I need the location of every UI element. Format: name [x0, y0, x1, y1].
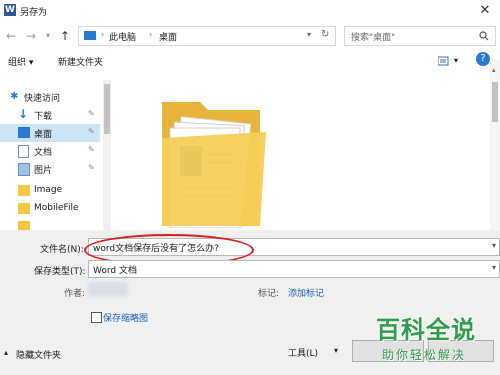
hide-folders-button[interactable]: 隐藏文件夹: [16, 348, 61, 361]
save-thumbnail-label[interactable]: 保存缩略图: [103, 311, 148, 324]
save-type-label: 保存类型(T):: [34, 267, 86, 277]
view-dropdown-icon[interactable]: ▾: [454, 56, 458, 65]
sidebar-item-label: 下载: [34, 112, 53, 122]
save-type-value: Word 文档: [93, 266, 137, 276]
help-icon[interactable]: ?: [476, 52, 490, 66]
picture-icon: [18, 163, 30, 176]
new-folder-button[interactable]: 新建文件夹: [58, 55, 103, 68]
desktop-icon: [18, 127, 30, 138]
search-input[interactable]: 搜索"桌面": [344, 26, 496, 46]
recent-locations-chevron-icon[interactable]: ▾: [46, 31, 50, 40]
window-title: 另存为: [20, 8, 48, 18]
refresh-icon[interactable]: ↻: [321, 29, 329, 40]
sidebar-item-label: 桌面: [34, 130, 53, 140]
folder-icon[interactable]: [160, 98, 270, 228]
view-options-icon[interactable]: [437, 56, 452, 66]
folder-icon: [18, 185, 30, 196]
tags-label: 标记:: [258, 289, 280, 299]
filename-label: 文件名(N):: [40, 245, 84, 255]
watermark-logo: 百科全说 助你轻松解决: [374, 310, 492, 370]
sidebar-scrollbar[interactable]: [103, 80, 111, 230]
breadcrumb-desktop[interactable]: 桌面: [159, 30, 177, 43]
title-bar: [0, 0, 500, 22]
folder-icon: [18, 221, 30, 230]
breadcrumb-this-pc[interactable]: 此电脑: [109, 30, 136, 43]
folder-icon: [18, 203, 30, 214]
author-value-blurred[interactable]: [88, 282, 128, 296]
add-tags-link[interactable]: 添加标记: [288, 286, 324, 299]
sidebar-item-documents[interactable]: 文档 ✎: [0, 142, 100, 160]
navigation-pane: ✱ 快速访问 ↓ 下载 ✎ 桌面 ✎ 文档 ✎ 图片 ✎ Image Mobil…: [0, 78, 110, 230]
save-thumbnail-checkbox[interactable]: [91, 312, 102, 323]
tools-menu[interactable]: 工具(L): [288, 346, 318, 359]
address-bar[interactable]: › 此电脑 › 桌面 ▾ ↻: [78, 26, 336, 46]
sidebar-item-partial[interactable]: [0, 218, 100, 230]
word-app-icon: W: [4, 4, 16, 16]
sidebar-item-label: 文档: [34, 148, 53, 158]
document-icon: [18, 145, 29, 158]
scroll-up-icon[interactable]: ▴: [492, 66, 496, 74]
file-list-pane: [112, 78, 492, 230]
sidebar-item-downloads[interactable]: ↓ 下载 ✎: [0, 106, 100, 124]
download-icon: ↓: [18, 107, 29, 121]
pin-icon: ✎: [88, 127, 95, 136]
sidebar-item-image-folder[interactable]: Image: [0, 182, 100, 200]
search-placeholder: 搜索"桌面": [351, 33, 396, 43]
sidebar-item-pictures[interactable]: 图片 ✎: [0, 160, 100, 178]
filename-dropdown-icon[interactable]: ▾: [492, 241, 496, 250]
watermark-title: 百科全说: [376, 316, 476, 344]
breadcrumb-separator-icon[interactable]: ›: [149, 30, 152, 39]
sidebar-item-label: 图片: [34, 166, 53, 176]
pin-icon: ✎: [88, 163, 95, 172]
star-icon: ✱: [10, 91, 19, 102]
sidebar-item-desktop[interactable]: 桌面 ✎: [0, 124, 100, 142]
save-type-select[interactable]: Word 文档 ▾: [88, 260, 500, 278]
forward-arrow-icon[interactable]: →: [26, 29, 36, 43]
scroll-thumb[interactable]: [492, 82, 498, 122]
pin-icon: ✎: [88, 109, 95, 118]
back-arrow-icon[interactable]: ←: [6, 29, 16, 43]
close-button[interactable]: ✕: [476, 2, 494, 20]
organize-menu[interactable]: 组织 ▾: [8, 55, 33, 68]
address-dropdown-icon[interactable]: ▾: [307, 30, 311, 39]
file-list-scrollbar[interactable]: ▴: [490, 60, 500, 230]
sidebar-item-label: MobileFile: [34, 203, 79, 213]
pin-icon: ✎: [88, 145, 95, 154]
search-icon: [479, 31, 489, 41]
tools-dropdown-icon[interactable]: ▾: [334, 346, 338, 355]
up-arrow-icon[interactable]: ↑: [60, 29, 70, 43]
breadcrumb-separator-icon[interactable]: ›: [101, 30, 104, 39]
collapse-icon[interactable]: ▴: [4, 348, 8, 357]
author-label: 作者:: [64, 289, 86, 299]
sidebar-item-label: 快速访问: [24, 94, 61, 104]
save-type-dropdown-icon[interactable]: ▾: [492, 263, 496, 272]
this-pc-icon: [84, 31, 96, 40]
sidebar-item-mobilefile-folder[interactable]: MobileFile: [0, 200, 100, 218]
sidebar-item-quick-access[interactable]: ✱ 快速访问: [0, 88, 100, 106]
sidebar-item-label: Image: [34, 185, 63, 195]
watermark-subtitle: 助你轻松解决: [382, 348, 467, 362]
